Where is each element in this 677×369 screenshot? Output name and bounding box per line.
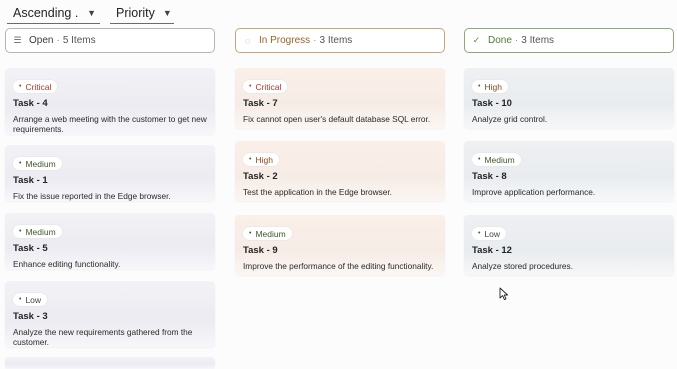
- priority-label: Low: [25, 294, 42, 305]
- task-title: Task - 1: [13, 175, 48, 186]
- priority-label: Critical: [255, 81, 282, 92]
- group-by-dropdown[interactable]: Priority ▼: [110, 3, 174, 24]
- separator: ·: [514, 35, 519, 46]
- column-title: In Progress: [259, 35, 311, 46]
- task-card[interactable]: • High Task - 2 Test the application in t…: [235, 141, 445, 201]
- chevron-down-icon: ▼: [162, 8, 172, 18]
- priority-label: Low: [484, 228, 501, 239]
- task-card[interactable]: • High Task - 10 Analyze grid control.: [464, 68, 674, 128]
- task-card[interactable]: [5, 357, 215, 369]
- task-card[interactable]: • Medium Task - 1 Fix the issue reported …: [5, 145, 215, 201]
- sort-order-dropdown[interactable]: Ascending . ▼: [7, 3, 100, 24]
- task-description: Improve the performance of the editing f…: [243, 261, 434, 271]
- task-description: Fix the issue reported in the Edge brows…: [13, 191, 171, 201]
- mouse-cursor-icon: [499, 287, 509, 301]
- task-description: Test the application in the Edge browser…: [243, 187, 392, 197]
- priority-label: Medium: [25, 226, 56, 237]
- task-card[interactable]: • Medium Task - 5 Enhance editing functio…: [5, 213, 215, 269]
- column-header-done[interactable]: ✓ Done · 3 Items: [464, 28, 674, 53]
- dot-icon: •: [19, 296, 22, 303]
- sort-order-value: Ascending .: [13, 6, 79, 20]
- checkmark-icon: ✓: [472, 35, 481, 45]
- task-title: Task - 4: [13, 98, 48, 109]
- priority-label: High: [255, 154, 273, 165]
- task-card[interactable]: • Critical Task - 4 Arrange a web meeting…: [5, 68, 215, 134]
- column-open: ☰ Open · 5 Items • Critical Task - 4 Arra…: [5, 28, 215, 369]
- column-title: Done: [488, 35, 512, 46]
- dot-icon: •: [478, 83, 481, 90]
- item-count: 3 Items: [319, 35, 353, 46]
- list-icon: ☰: [13, 35, 22, 45]
- task-title: Task - 3: [13, 311, 48, 322]
- task-description: Fix cannot open user's default database …: [243, 114, 431, 124]
- task-title: Task - 8: [472, 171, 507, 182]
- column-header-open[interactable]: ☰ Open · 5 Items: [5, 28, 215, 53]
- task-title: Task - 10: [472, 98, 512, 109]
- chevron-down-icon: ▼: [87, 8, 96, 18]
- task-card[interactable]: • Medium Task - 9 Improve the performance…: [235, 215, 445, 275]
- task-card[interactable]: • Medium Task - 8 Improve application per…: [464, 141, 674, 201]
- column-title: Open: [29, 35, 54, 46]
- priority-label: Medium: [25, 158, 56, 169]
- priority-badge: • Low: [13, 293, 48, 306]
- column-header-in-progress[interactable]: ◌ In Progress · 3 Items: [235, 28, 445, 53]
- toolbar: Ascending . ▼ Priority ▼: [7, 3, 174, 25]
- task-title: Task - 2: [243, 171, 278, 182]
- group-by-value: Priority: [116, 6, 155, 20]
- column-in-progress: ◌ In Progress · 3 Items • Critical Task -…: [235, 28, 445, 275]
- dot-icon: •: [249, 83, 252, 90]
- priority-label: Critical: [25, 81, 52, 92]
- dot-icon: •: [249, 230, 252, 237]
- priority-badge: • Medium: [13, 225, 62, 238]
- priority-label: High: [484, 81, 502, 92]
- task-description: Analyze the new requirements gathered fr…: [13, 327, 193, 347]
- task-title: Task - 9: [243, 245, 278, 256]
- dot-icon: •: [19, 160, 22, 167]
- priority-badge: • Medium: [472, 153, 521, 166]
- separator: ·: [313, 35, 317, 46]
- item-count: 3 Items: [521, 35, 555, 46]
- priority-badge: • High: [243, 153, 279, 166]
- item-count: 5 Items: [62, 35, 96, 46]
- priority-badge: • High: [472, 80, 508, 93]
- task-description: Enhance editing functionality.: [13, 259, 121, 269]
- priority-badge: • Critical: [13, 80, 58, 93]
- task-description: Arrange a web meeting with the customer …: [13, 114, 207, 134]
- priority-label: Medium: [484, 154, 515, 165]
- column-done: ✓ Done · 3 Items • High Task - 10 Analyze…: [464, 28, 674, 275]
- task-description: Analyze stored procedures.: [472, 261, 574, 271]
- priority-badge: • Medium: [243, 227, 292, 240]
- priority-badge: • Critical: [243, 80, 288, 93]
- priority-label: Medium: [255, 228, 286, 239]
- priority-badge: • Medium: [13, 157, 62, 170]
- task-card[interactable]: • Low Task - 3 Analyze the new requiremen…: [5, 281, 215, 347]
- dot-icon: •: [249, 156, 252, 163]
- task-title: Task - 7: [243, 98, 278, 109]
- task-title: Task - 5: [13, 243, 48, 254]
- spinner-icon: ◌: [244, 35, 251, 46]
- task-description: Analyze grid control.: [472, 114, 548, 124]
- task-card[interactable]: • Critical Task - 7 Fix cannot open user'…: [235, 68, 445, 128]
- dot-icon: •: [478, 156, 481, 163]
- dot-icon: •: [19, 228, 22, 235]
- dot-icon: •: [478, 230, 481, 237]
- task-description: Improve application performance.: [472, 187, 596, 197]
- dot-icon: •: [19, 83, 22, 90]
- task-card[interactable]: • Low Task - 12 Analyze stored procedures…: [464, 215, 674, 275]
- task-title: Task - 12: [472, 245, 512, 256]
- separator: ·: [56, 35, 60, 46]
- priority-badge: • Low: [472, 227, 507, 240]
